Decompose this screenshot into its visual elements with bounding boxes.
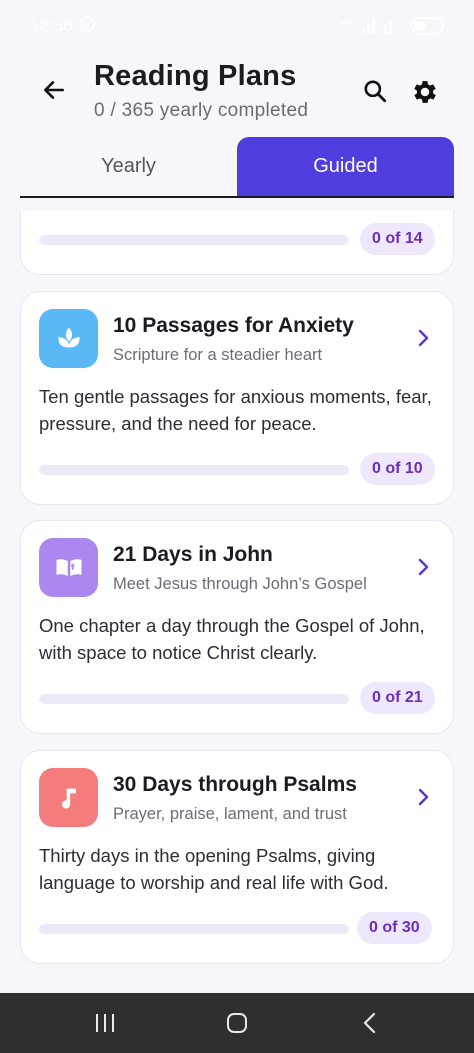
settings-button[interactable]: [407, 74, 443, 110]
open-book-icon: [39, 538, 98, 597]
back-button[interactable]: [38, 74, 70, 106]
arrow-left-icon: [44, 81, 64, 99]
plan-card[interactable]: 10 Passages for Anxiety Scripture for a …: [20, 291, 454, 505]
recent-apps-button[interactable]: [75, 1003, 135, 1043]
chevron-right-icon[interactable]: [413, 787, 433, 807]
page-title: Reading Plans: [94, 60, 297, 92]
plan-count-badge: 0 of 14: [360, 223, 435, 255]
plan-subtitle: Scripture for a steadier heart: [113, 346, 323, 364]
plan-progress-track: [39, 924, 349, 934]
svg-text:e: e: [83, 18, 90, 31]
tab-guided[interactable]: Guided: [237, 137, 454, 196]
plan-title: 30 Days through Psalms: [113, 773, 357, 796]
home-icon: [227, 1013, 247, 1033]
plan-subtitle: Prayer, praise, lament, and trust: [113, 805, 347, 823]
plan-progress-track: [39, 465, 349, 475]
app-header: Reading Plans 0 / 365 yearly completed: [0, 50, 474, 135]
home-button[interactable]: [207, 1003, 267, 1043]
plan-progress-track: [39, 694, 349, 704]
plan-description: Thirty days in the opening Psalms, givin…: [39, 845, 389, 893]
plan-tabs: Yearly Guided: [20, 137, 454, 198]
plan-card[interactable]: 30 Days through Psalms Prayer, praise, l…: [20, 750, 454, 964]
chevron-right-icon[interactable]: [413, 557, 433, 577]
gear-icon: [414, 81, 436, 103]
search-icon: [364, 80, 387, 103]
plan-list[interactable]: 0 of 14 10 Passages for Anxiety Scriptur…: [0, 211, 474, 993]
recent-apps-icon: [96, 1014, 114, 1032]
system-back-button[interactable]: [340, 1003, 400, 1043]
yearly-progress-text: 0 / 365 yearly completed: [94, 100, 309, 121]
lotus-icon: [39, 309, 98, 368]
notification-icon: e: [78, 15, 96, 38]
chevron-left-icon: [363, 1012, 376, 1034]
plan-title: 10 Passages for Anxiety: [113, 314, 354, 337]
system-nav-bar: [0, 993, 474, 1053]
status-bar: 12:56 e: [0, 0, 474, 50]
status-time: 12:56: [30, 16, 73, 35]
chevron-right-icon[interactable]: [413, 328, 433, 348]
plan-count-badge: 0 of 30: [357, 912, 432, 944]
search-button[interactable]: [358, 74, 392, 108]
plan-subtitle: Meet Jesus through John’s Gospel: [113, 575, 367, 593]
plan-progress-track: [39, 235, 349, 245]
plan-description: One chapter a day through the Gospel of …: [39, 615, 425, 663]
plan-count-badge: 0 of 21: [360, 682, 435, 714]
plan-count-badge: 0 of 10: [360, 453, 435, 485]
signal-icon: [336, 16, 402, 41]
battery-icon: [410, 17, 446, 40]
plan-card[interactable]: 21 Days in John Meet Jesus through John’…: [20, 520, 454, 734]
plan-description: Ten gentle passages for anxious moments,…: [39, 386, 432, 434]
tab-yearly[interactable]: Yearly: [20, 137, 237, 196]
plan-card[interactable]: 0 of 14: [20, 211, 454, 275]
plan-title: 21 Days in John: [113, 543, 273, 566]
music-note-icon: [39, 768, 98, 827]
